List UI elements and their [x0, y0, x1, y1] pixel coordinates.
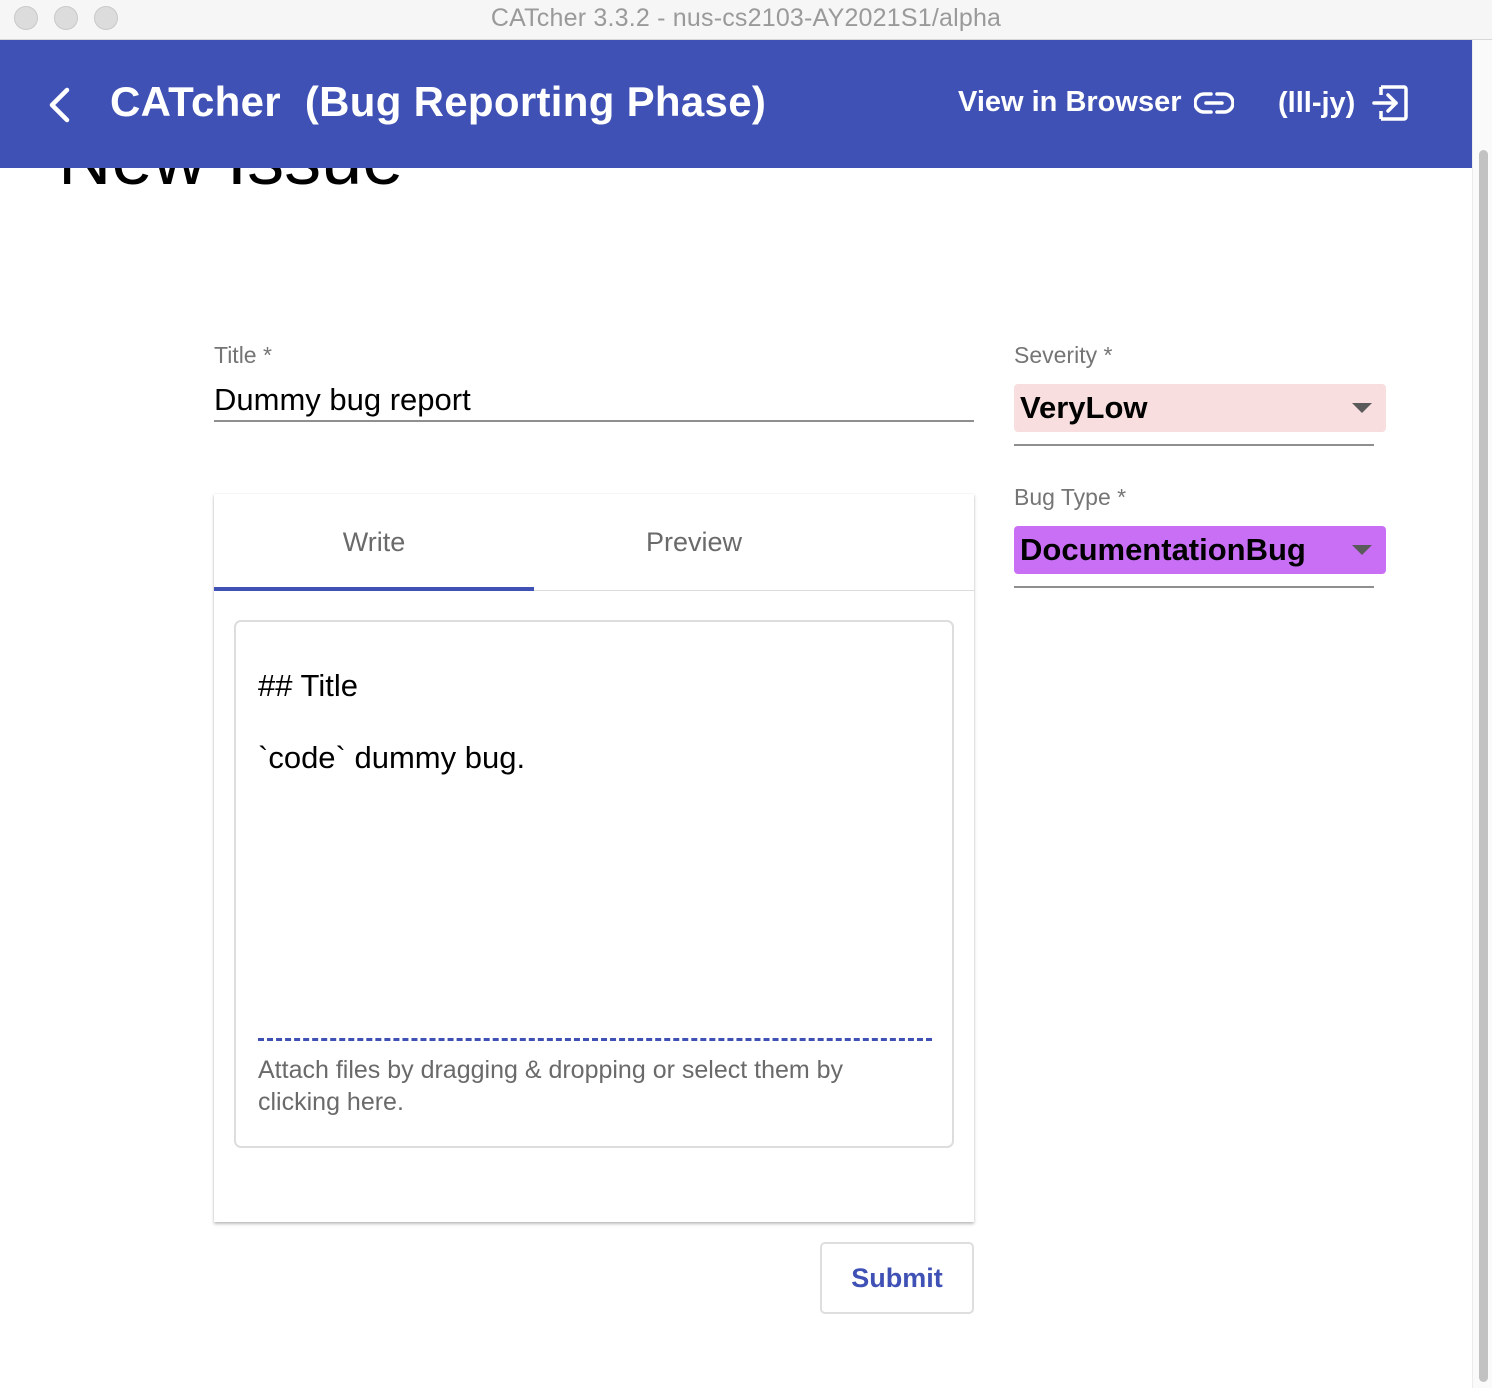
window-title: CATcher 3.3.2 - nus-cs2103-AY2021S1/alph… — [490, 4, 1002, 32]
title-input[interactable] — [214, 380, 974, 422]
attach-files-dropzone[interactable]: Attach files by dragging & dropping or s… — [258, 1054, 918, 1118]
window-titlebar: CATcher 3.3.2 - nus-cs2103-AY2021S1/alph… — [0, 0, 1492, 40]
bug-type-value: DocumentationBug — [1020, 532, 1306, 567]
bug-type-underline — [1014, 586, 1374, 588]
title-label: Title * — [214, 342, 272, 368]
app-title: CATcher (Bug Reporting Phase) — [110, 78, 767, 125]
tab-preview[interactable]: Preview — [534, 494, 854, 590]
editor-line: `code` dummy bug. — [258, 740, 526, 775]
editor-line: ## Title — [258, 668, 358, 703]
dropzone-divider — [258, 1038, 932, 1041]
severity-underline — [1014, 444, 1374, 446]
severity-select[interactable]: VeryLow — [1014, 384, 1386, 432]
scrollbar-thumb[interactable] — [1479, 150, 1488, 1382]
severity-label: Severity * — [1014, 342, 1113, 368]
submit-button[interactable]: Submit — [820, 1242, 974, 1314]
view-in-browser-label: View in Browser — [958, 86, 1182, 118]
dropdown-arrow-icon — [1352, 545, 1372, 555]
bug-type-label: Bug Type * — [1014, 484, 1127, 510]
view-in-browser-button[interactable]: View in Browser — [958, 86, 1234, 119]
chevron-left-icon — [49, 87, 70, 123]
logout-button[interactable]: (lll-jy) — [1278, 84, 1409, 122]
severity-value: VeryLow — [1020, 390, 1148, 425]
description-card: Write Preview ## Title `code` dummy bug.… — [214, 494, 974, 1222]
logout-icon — [1372, 85, 1409, 121]
link-icon — [1193, 91, 1234, 114]
description-textarea[interactable]: ## Title `code` dummy bug. Attach files … — [234, 620, 954, 1148]
editor-tabs: Write Preview — [214, 494, 974, 591]
user-name: (lll-jy) — [1278, 86, 1356, 119]
tab-write[interactable]: Write — [214, 494, 534, 591]
dropdown-arrow-icon — [1352, 403, 1372, 413]
app-header: CATcher (Bug Reporting Phase) View in Br… — [0, 40, 1472, 168]
bug-type-select[interactable]: DocumentationBug — [1014, 526, 1386, 574]
back-button[interactable] — [40, 84, 80, 126]
